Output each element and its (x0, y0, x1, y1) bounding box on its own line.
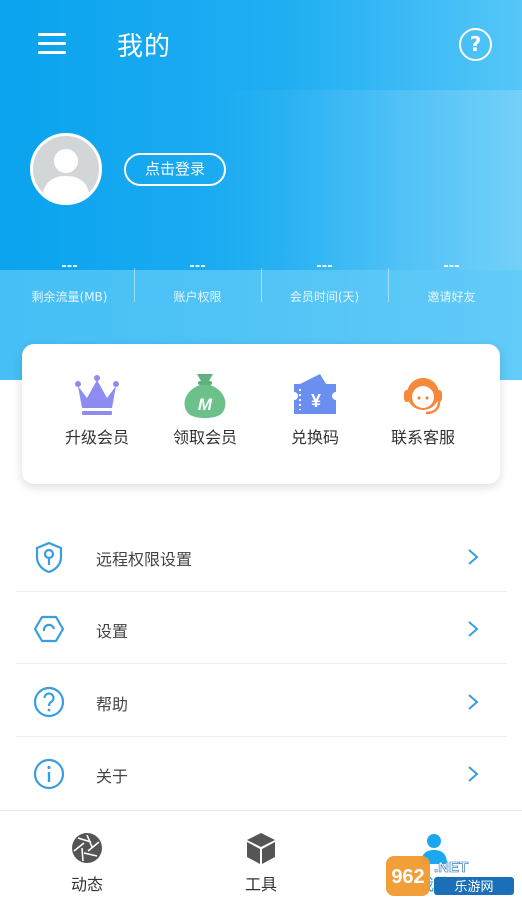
svg-text:M: M (198, 395, 213, 414)
cube-icon (247, 833, 275, 864)
stat-value: --- (189, 259, 206, 274)
stat-value: --- (61, 259, 78, 274)
action-label: 兑换码 (290, 428, 339, 447)
stat-invite-friends[interactable]: --- 邀请好友 (388, 258, 515, 305)
action-label: 升级会员 (64, 428, 129, 447)
menu-item-label: 帮助 (96, 695, 129, 714)
menu-item-settings[interactable]: 设置 (16, 592, 506, 664)
question-circle-icon[interactable]: ? (459, 28, 492, 61)
crown-icon (75, 375, 119, 415)
help-circle-icon (33, 686, 65, 718)
page-title: 我的 (117, 32, 172, 62)
yen-ticket-icon: ¥ (294, 374, 336, 414)
stat-label: 账户权限 (173, 290, 222, 304)
menu-item-label: 远程权限设置 (96, 550, 193, 569)
contact-service-button[interactable]: 联系客服 (368, 370, 478, 470)
action-label: 领取会员 (172, 428, 237, 447)
money-bag-icon: M (184, 374, 226, 418)
chevron-right-icon (468, 766, 479, 782)
svg-text:乐游网: 乐游网 (454, 880, 493, 895)
settings-hexagon-icon (33, 615, 65, 643)
chevron-right-icon (468, 549, 479, 565)
stat-account-permission[interactable]: --- 账户权限 (134, 258, 261, 305)
menu-item-label: 关于 (96, 767, 129, 786)
chevron-right-icon (468, 694, 479, 710)
svg-text:¥: ¥ (311, 391, 321, 411)
stat-remaining-traffic[interactable]: --- 剩余流量(MB) (6, 258, 133, 305)
top-app-bar: 我的 ? (0, 0, 522, 90)
menu-item-label: 设置 (96, 622, 129, 641)
customer-service-icon (404, 378, 442, 415)
hamburger-menu-icon[interactable] (38, 33, 66, 55)
stat-member-days[interactable]: --- 会员时间(天) (261, 258, 388, 305)
action-label: 联系客服 (390, 428, 455, 447)
default-user-avatar (42, 149, 90, 202)
site-watermark: 962 .NET 乐游网 (384, 852, 522, 900)
tab-tools[interactable]: 工具 (211, 831, 311, 895)
watermark-logo: 962 .NET 乐游网 (386, 856, 514, 896)
svg-text:.NET: .NET (434, 859, 468, 876)
account-stats: --- 剩余流量(MB) --- 账户权限 --- 会员时间(天) --- 邀请… (0, 258, 522, 310)
menu-item-remote-permission[interactable]: 远程权限设置 (16, 520, 506, 592)
divider (16, 663, 506, 664)
chevron-right-icon (468, 621, 479, 637)
stat-label: 剩余流量(MB) (31, 290, 108, 304)
claim-member-button[interactable]: M 领取会员 (150, 370, 260, 470)
stat-value: --- (316, 259, 333, 274)
menu-item-help[interactable]: 帮助 (16, 665, 506, 737)
upgrade-member-button[interactable]: 升级会员 (42, 370, 152, 470)
tab-label: 动态 (70, 875, 103, 894)
tab-label: 工具 (244, 875, 277, 894)
stat-value: --- (443, 259, 460, 274)
tab-feed[interactable]: 动态 (37, 831, 137, 895)
avatar[interactable] (30, 133, 102, 205)
info-circle-icon (33, 758, 65, 790)
login-button[interactable]: 点击登录 (124, 153, 226, 186)
stat-label: 邀请好友 (427, 290, 476, 304)
member-actions-card: 升级会员 M 领取会员 ¥ 兑换码 联系客服 (22, 344, 500, 484)
redeem-code-button[interactable]: ¥ 兑换码 (260, 370, 370, 470)
stat-label: 会员时间(天) (289, 290, 360, 304)
shield-key-icon (35, 541, 63, 574)
svg-text:962: 962 (391, 866, 424, 888)
menu-item-about[interactable]: 关于 (16, 737, 506, 809)
aperture-icon (72, 833, 102, 863)
